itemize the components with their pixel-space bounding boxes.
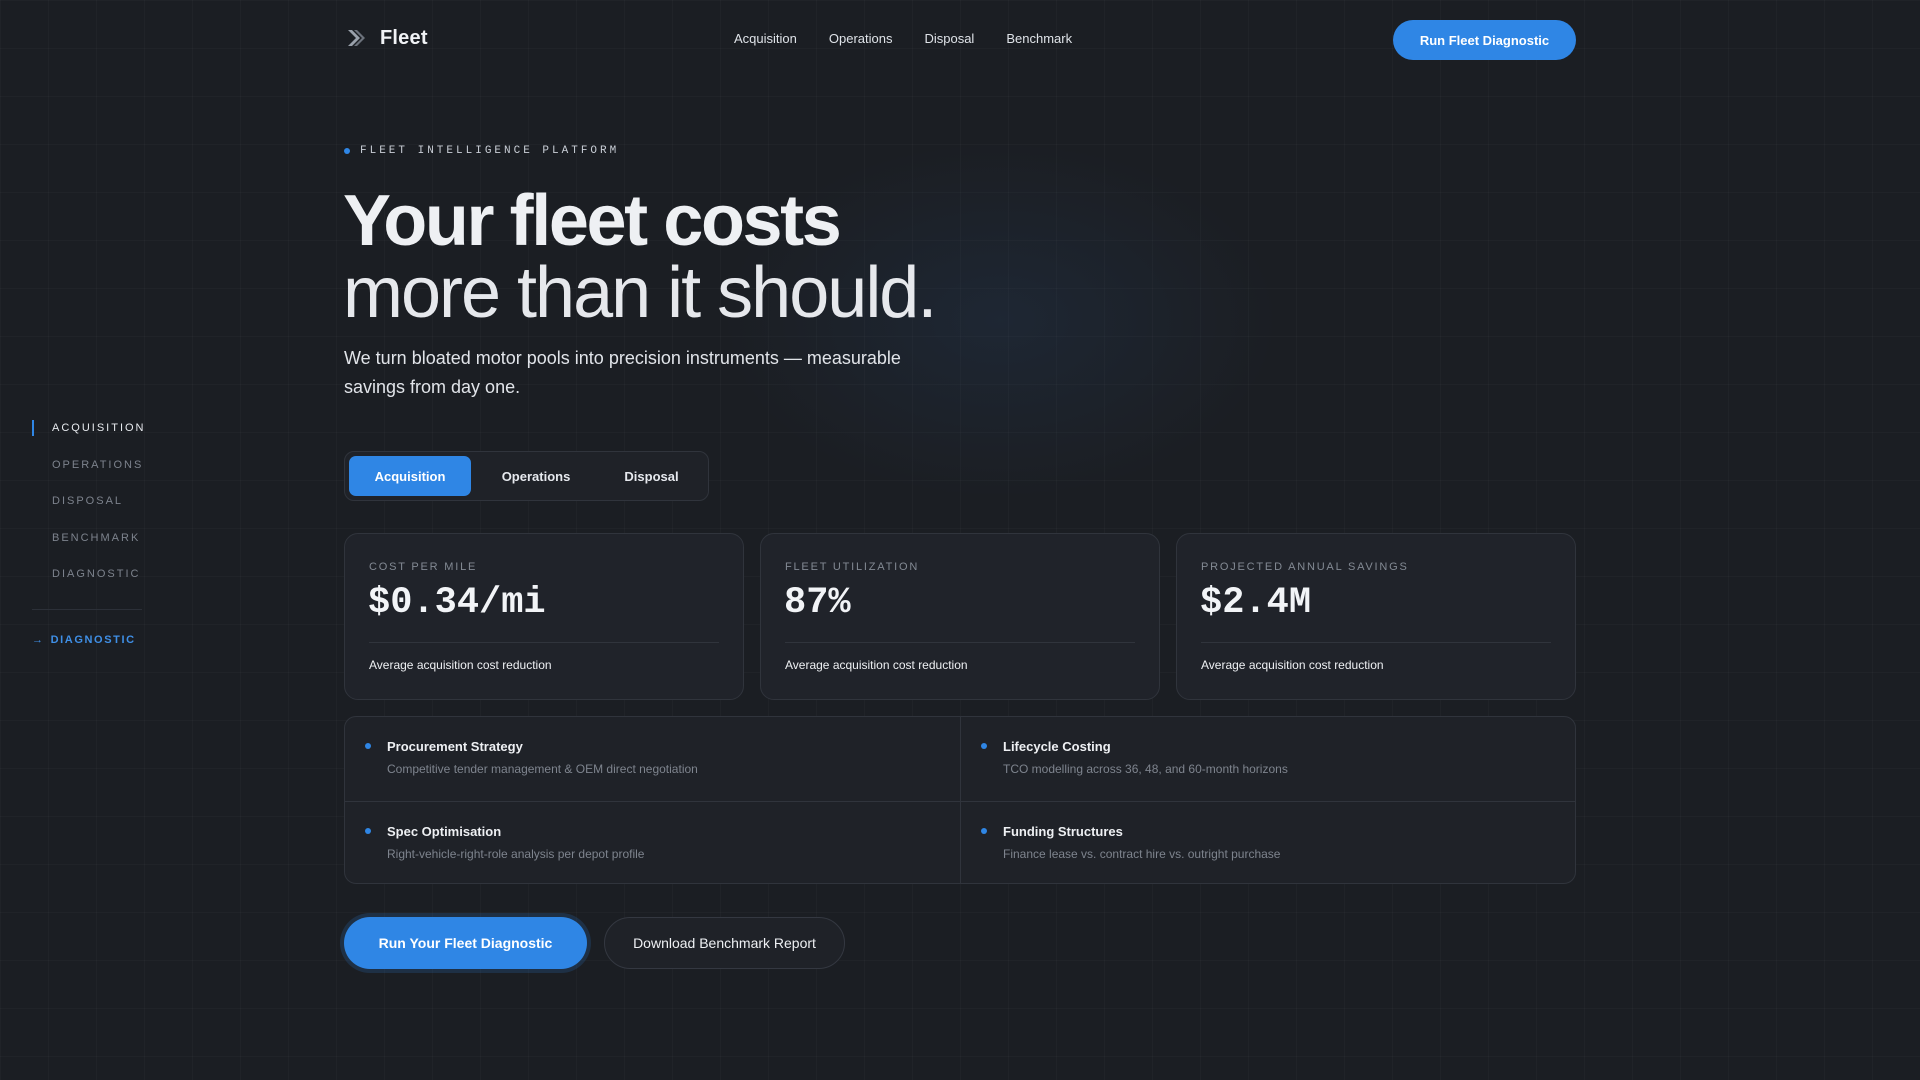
service-description: Right-vehicle-right-role analysis per de… bbox=[387, 847, 645, 861]
service-item-procurement: Procurement Strategy Competitive tender … bbox=[345, 717, 960, 801]
metric-value: $2.4M bbox=[1200, 582, 1312, 624]
metric-label: COST PER MILE bbox=[369, 561, 478, 573]
metric-note: Average acquisition cost reduction bbox=[1201, 658, 1384, 672]
metric-note: Average acquisition cost reduction bbox=[785, 658, 968, 672]
metric-card-cost-per-mile: COST PER MILE $0.34/mi Average acquisiti… bbox=[344, 533, 744, 700]
service-title: Spec Optimisation bbox=[387, 824, 502, 839]
rail-item-acquisition[interactable]: ACQUISITION bbox=[32, 418, 146, 455]
tab-operations[interactable]: Operations bbox=[476, 456, 596, 496]
brand-logo[interactable]: Fleet bbox=[344, 26, 428, 50]
run-diagnostic-cta-button[interactable]: Run Your Fleet Diagnostic bbox=[344, 917, 587, 969]
bullet-dot-icon bbox=[981, 828, 987, 834]
bullet-dot-icon bbox=[981, 743, 987, 749]
nav-links: Acquisition Operations Disposal Benchmar… bbox=[734, 31, 1072, 46]
nav-link-benchmark[interactable]: Benchmark bbox=[1006, 31, 1072, 46]
chevron-double-icon bbox=[348, 30, 365, 46]
metric-divider bbox=[1201, 642, 1551, 643]
metric-label: PROJECTED ANNUAL SAVINGS bbox=[1201, 561, 1409, 573]
service-description: TCO modelling across 36, 48, and 60-mont… bbox=[1003, 762, 1288, 776]
metric-divider bbox=[369, 642, 719, 643]
brand-name: Fleet bbox=[380, 26, 428, 49]
metric-label: FLEET UTILIZATION bbox=[785, 561, 920, 573]
eyebrow-text: FLEET INTELLIGENCE PLATFORM bbox=[360, 145, 620, 157]
service-title: Funding Structures bbox=[1003, 824, 1123, 839]
headline-line-2: more than it should. bbox=[343, 253, 937, 333]
rail-item-diagnostic[interactable]: DIAGNOSTIC bbox=[32, 564, 146, 601]
hero-lede: We turn bloated motor pools into precisi… bbox=[344, 348, 901, 397]
rail-item-benchmark[interactable]: BENCHMARK bbox=[32, 528, 146, 565]
nav-link-acquisition[interactable]: Acquisition bbox=[734, 31, 797, 46]
run-fleet-diagnostic-button[interactable]: Run Fleet Diagnostic bbox=[1393, 20, 1576, 60]
tab-disposal[interactable]: Disposal bbox=[598, 456, 705, 496]
eyebrow: FLEET INTELLIGENCE PLATFORM bbox=[344, 145, 619, 157]
rail-item-operations[interactable]: OPERATIONS bbox=[32, 455, 146, 492]
headline-line-1: Your fleet costs bbox=[343, 181, 842, 261]
services-grid: Procurement Strategy Competitive tender … bbox=[344, 716, 1576, 884]
nav-link-disposal[interactable]: Disposal bbox=[924, 31, 974, 46]
side-rail: ACQUISITION OPERATIONS DISPOSAL BENCHMAR… bbox=[32, 418, 146, 646]
arrow-right-icon: → bbox=[32, 633, 45, 646]
metric-card-fleet-utilization: FLEET UTILIZATION 87% Average acquisitio… bbox=[760, 533, 1160, 700]
metric-note: Average acquisition cost reduction bbox=[369, 658, 552, 672]
metric-card-projected-savings: PROJECTED ANNUAL SAVINGS $2.4M Average a… bbox=[1176, 533, 1576, 700]
metric-divider bbox=[785, 642, 1135, 643]
rail-item-disposal[interactable]: DISPOSAL bbox=[32, 491, 146, 528]
bullet-dot-icon bbox=[365, 743, 371, 749]
service-description: Finance lease vs. contract hire vs. outr… bbox=[1003, 847, 1281, 861]
rail-link-label: DIAGNOSTIC bbox=[50, 633, 136, 646]
rail-diagnostic-link[interactable]: → DIAGNOSTIC bbox=[32, 634, 146, 646]
service-item-funding: Funding Structures Finance lease vs. con… bbox=[960, 801, 1575, 883]
service-description: Competitive tender management & OEM dire… bbox=[387, 762, 698, 776]
rail-divider bbox=[32, 608, 142, 610]
service-title: Procurement Strategy bbox=[387, 739, 523, 754]
segment-tabs: Acquisition Operations Disposal bbox=[344, 451, 709, 501]
bullet-dot-icon bbox=[365, 828, 371, 834]
service-title: Lifecycle Costing bbox=[1003, 739, 1111, 754]
service-item-lifecycle: Lifecycle Costing TCO modelling across 3… bbox=[960, 717, 1575, 801]
nav-link-operations[interactable]: Operations bbox=[829, 31, 893, 46]
metric-value: 87% bbox=[784, 582, 851, 624]
download-report-button[interactable]: Download Benchmark Report bbox=[604, 917, 845, 969]
top-navigation: Fleet Acquisition Operations Disposal Be… bbox=[0, 0, 1920, 80]
metric-value: $0.34/mi bbox=[368, 582, 546, 624]
service-item-spec: Spec Optimisation Right-vehicle-right-ro… bbox=[345, 801, 960, 883]
eyebrow-dot-icon bbox=[344, 148, 350, 154]
tab-acquisition[interactable]: Acquisition bbox=[349, 456, 471, 496]
